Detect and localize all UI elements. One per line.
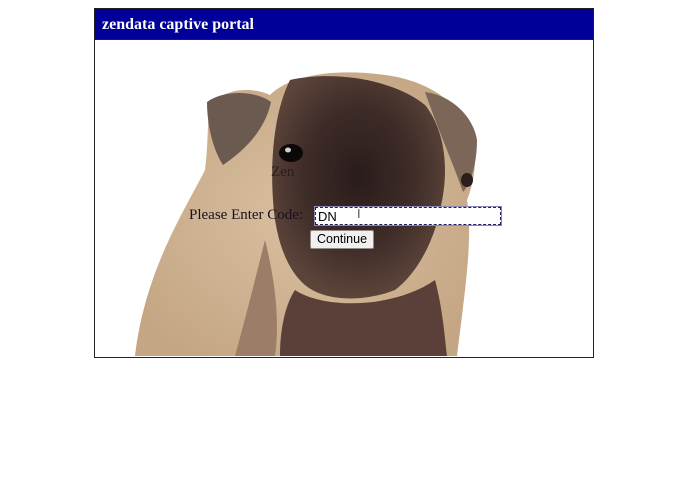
pug-photo [135,72,477,356]
captive-portal-window: zendata captive portal Zen Please Enter … [94,8,594,358]
continue-button[interactable]: Continue [310,230,375,249]
portal-title: zendata captive portal [95,9,593,40]
code-label: Please Enter Code: [189,207,304,223]
code-input[interactable] [314,206,502,226]
portal-body: Zen Please Enter Code: I Continue [95,40,593,356]
welcome-text: Zen [271,164,295,180]
